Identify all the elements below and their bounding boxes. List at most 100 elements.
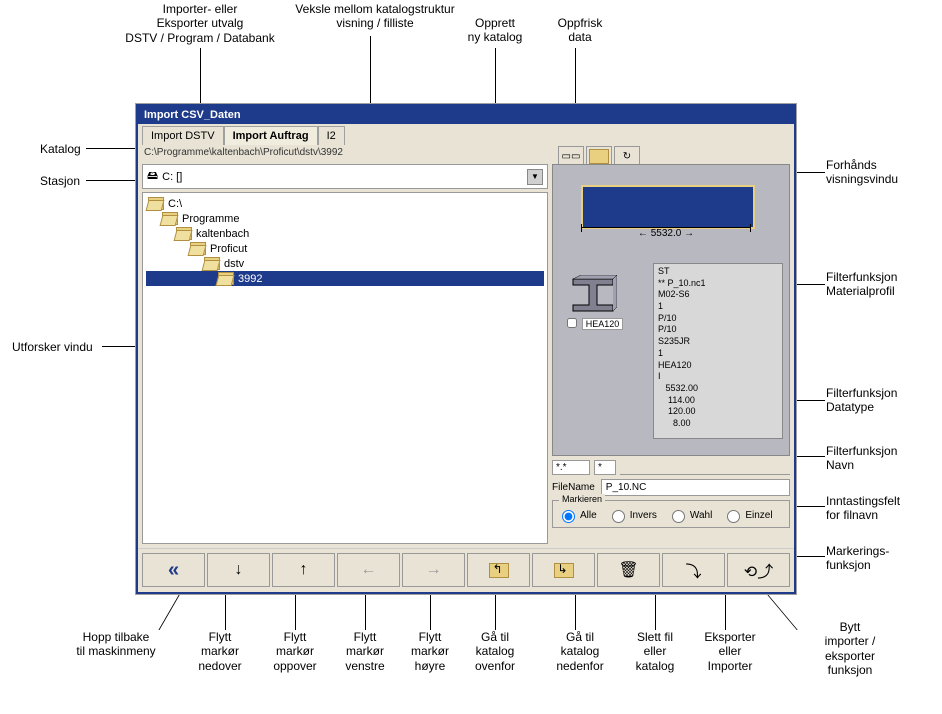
ann-cursor-left: Flytt markør venstre [335, 630, 395, 673]
mark-radio[interactable] [562, 510, 575, 523]
filter-name-input[interactable] [620, 460, 790, 475]
delete-icon: 🗑 [618, 560, 638, 580]
ann-back: Hopp tilbake til maskinmeny [66, 630, 166, 659]
data-line: 8.00 [658, 418, 778, 430]
delete-button[interactable]: 🗑 [597, 553, 660, 587]
ann-stasjon: Stasjon [40, 174, 80, 188]
new-catalog-button[interactable] [586, 146, 612, 166]
path-text: C:\Programme\kaltenbach\Proficut\dstv\39… [144, 147, 343, 158]
ann-katalog: Katalog [40, 142, 81, 156]
arrow-down-icon: ↓ [235, 561, 243, 579]
folder-icon [162, 212, 178, 225]
profile-checkbox[interactable] [567, 318, 577, 328]
mark-box: Markieren AlleInversWahlEinzel [552, 500, 790, 528]
chevron-down-icon: ▼ [527, 169, 543, 185]
ann-switch: Bytt importer / eksporter funksjon [810, 620, 890, 678]
tree-item-label: 3992 [238, 273, 262, 285]
toggle-view-icon: ▭▭ [562, 151, 581, 162]
filename-input[interactable] [601, 479, 790, 496]
ann-mark: Markerings- funksjon [826, 544, 889, 573]
ann-filter-datatype: Filterfunksjon Datatype [826, 386, 897, 415]
import-window: Import CSV_Daten Import DSTV Import Auft… [136, 104, 796, 594]
mark-radio[interactable] [612, 510, 625, 523]
drive-icon: 🖴 [147, 167, 158, 186]
tree-item[interactable]: 3992 [146, 271, 544, 286]
tree-item-label: dstv [224, 258, 244, 270]
folder-icon [190, 242, 206, 255]
explorer-tree[interactable]: C:\Programmekaltenbach Proficut dstv 3992 [142, 192, 548, 544]
ann-refresh: Oppfrisk data [540, 16, 620, 45]
mark-option[interactable]: Einzel [722, 507, 772, 523]
ann-preview: Forhånds visningsvindu [826, 158, 898, 187]
ann-filter-name: Filterfunksjon Navn [826, 444, 897, 473]
ann-filter-material: Filterfunksjon Materialprofil [826, 270, 897, 299]
ann-toggle-view: Veksle mellom katalogstruktur visning / … [275, 2, 475, 31]
tab-bar: Import DSTV Import Auftrag I2 [138, 124, 794, 145]
preview-data-list[interactable]: ST** P_10.nc1M02-S61P/10P/10S235JR1HEA12… [653, 263, 783, 439]
ann-delete: Slett fil eller katalog [625, 630, 685, 673]
filter-pattern-input[interactable] [552, 460, 590, 475]
tab-import-auftrag[interactable]: Import Auftrag [224, 126, 318, 145]
tree-item[interactable]: C:\ [146, 196, 544, 211]
export-import-button[interactable]: ⤵ [662, 553, 725, 587]
mark-option-label: Einzel [745, 510, 772, 521]
data-line: ** P_10.nc1 [658, 278, 778, 290]
preview-shape [581, 185, 755, 229]
cursor-right-button[interactable]: → [402, 553, 465, 587]
folder-icon [589, 149, 609, 164]
arrow-right-icon: → [426, 561, 442, 579]
arrow-up-icon: ↑ [300, 561, 308, 579]
data-line: 5532.00 [658, 383, 778, 395]
mark-radio[interactable] [727, 510, 740, 523]
profile-label: HEA120 [582, 318, 624, 330]
preview-dimension: ← 5532.0 → [581, 227, 751, 239]
tree-item[interactable]: dstv [146, 256, 544, 271]
catalog-up-button[interactable] [467, 553, 530, 587]
back-icon: « [168, 559, 179, 582]
window-title: Import CSV_Daten [138, 106, 794, 124]
switch-icon: ⟲⤴ [744, 558, 773, 582]
mark-option[interactable]: Invers [607, 507, 657, 523]
back-button[interactable]: « [142, 553, 205, 587]
data-line: ST [658, 266, 778, 278]
ann-cat-above: Gå til katalog ovenfor [465, 630, 525, 673]
tree-item[interactable]: kaltenbach [146, 226, 544, 241]
mark-option-label: Wahl [690, 510, 712, 521]
drive-label: C: [] [162, 171, 182, 183]
refresh-button[interactable]: ↻ [614, 146, 640, 166]
folder-up-icon [489, 563, 509, 578]
data-line: 1 [658, 301, 778, 313]
ann-cursor-down: Flytt markør nedover [190, 630, 250, 673]
tree-item-label: C:\ [168, 198, 182, 210]
ann-cursor-right: Flytt markør høyre [400, 630, 460, 673]
arrow-left-icon: ← [361, 561, 377, 579]
ann-cursor-up: Flytt markør oppover [260, 630, 330, 673]
mark-option[interactable]: Alle [557, 507, 597, 523]
ann-cat-below: Gå til katalog nedenfor [545, 630, 615, 673]
tab-i2[interactable]: I2 [318, 126, 345, 145]
toggle-view-button[interactable]: ▭▭ [558, 146, 584, 166]
tree-item-label: Proficut [210, 243, 247, 255]
data-line: P/10 [658, 313, 778, 325]
tree-item[interactable]: Programme [146, 211, 544, 226]
export-icon: ⤵ [685, 558, 701, 582]
drive-selector[interactable]: 🖴 C: [] ▼ [142, 164, 548, 189]
cursor-left-button[interactable]: ← [337, 553, 400, 587]
cursor-down-button[interactable]: ↓ [207, 553, 270, 587]
ann-filename: Inntastingsfelt for filnavn [826, 494, 900, 523]
cursor-up-button[interactable]: ↑ [272, 553, 335, 587]
mark-option-label: Invers [630, 510, 657, 521]
data-line: 114.00 [658, 395, 778, 407]
preview-window: ← 5532.0 → HEA120 ST** P_10.nc1M02-S61P/… [552, 164, 790, 456]
catalog-down-button[interactable] [532, 553, 595, 587]
filter-type-input[interactable] [594, 460, 616, 475]
tree-item[interactable]: Proficut [146, 241, 544, 256]
ann-import-export: Importer- eller Eksporter utvalg DSTV / … [110, 2, 290, 45]
mark-radio[interactable] [672, 510, 685, 523]
folder-icon [148, 197, 164, 210]
switch-mode-button[interactable]: ⟲⤴ [727, 553, 790, 587]
ann-explorer: Utforsker vindu [12, 340, 93, 354]
mark-legend: Markieren [559, 494, 605, 504]
tab-import-dstv[interactable]: Import DSTV [142, 126, 224, 145]
mark-option[interactable]: Wahl [667, 507, 712, 523]
